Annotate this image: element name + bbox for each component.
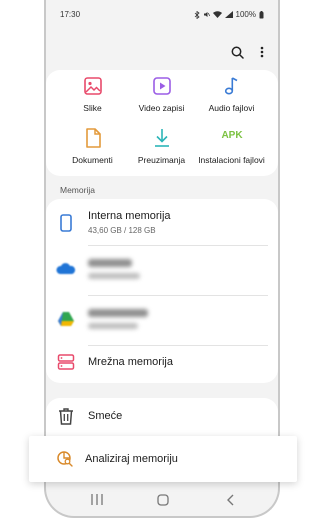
- mute-icon: [203, 12, 210, 17]
- image-icon: [84, 77, 102, 95]
- category-label: Dokumenti: [72, 155, 113, 165]
- internal-storage-title: Interna memorija: [88, 210, 171, 222]
- download-icon: [155, 129, 169, 147]
- status-time: 17:30: [60, 10, 81, 19]
- bluetooth-icon: [194, 10, 200, 19]
- status-icons: 100%: [194, 10, 264, 19]
- category-label: Video zapisi: [138, 103, 185, 113]
- category-downloads[interactable]: Preuzimanja: [123, 127, 200, 179]
- server-icon: [57, 354, 75, 370]
- blurred-title: [88, 259, 132, 267]
- trash-icon: [59, 408, 73, 425]
- battery-percent: 100%: [235, 10, 256, 19]
- music-note-icon: [224, 77, 238, 95]
- blurred-subtitle: [88, 273, 140, 279]
- video-icon: [153, 77, 171, 95]
- apk-icon: APK: [221, 130, 243, 141]
- category-audio[interactable]: Audio fajlovi: [193, 75, 270, 127]
- blurred-title: [88, 309, 148, 317]
- trash-row[interactable]: Smeće: [46, 392, 278, 442]
- category-label: Instalacioni fajlovi: [198, 155, 265, 165]
- category-documents[interactable]: Dokumenti: [54, 127, 131, 179]
- category-installation-files[interactable]: APK Instalacioni fajlovi: [193, 127, 270, 179]
- navigation-bar: [46, 482, 278, 516]
- recents-icon[interactable]: [91, 494, 103, 505]
- toolbar: [46, 38, 278, 66]
- cloud-icon: [56, 263, 76, 274]
- analyze-storage-icon: [57, 451, 73, 467]
- phone-storage-icon: [60, 214, 72, 232]
- category-label: Audio fajlovi: [208, 103, 255, 113]
- trash-label: Smeće: [88, 410, 123, 422]
- categories-card: Slike Video zapisi Audio fajlovi Dokumen…: [46, 70, 278, 176]
- drive-icon: [58, 312, 74, 326]
- storage-section-label: Memorija: [60, 185, 95, 195]
- wifi-icon: [212, 11, 222, 18]
- analyze-storage-button[interactable]: Analiziraj memoriju: [29, 436, 297, 482]
- analyze-storage-label: Analiziraj memoriju: [85, 453, 178, 465]
- search-icon[interactable]: [227, 42, 247, 62]
- more-vertical-icon[interactable]: [252, 42, 272, 62]
- status-bar: 17:30 100%: [46, 0, 278, 26]
- back-icon[interactable]: [226, 494, 234, 506]
- network-storage-title: Mrežna memorija: [88, 356, 173, 368]
- battery-icon: [259, 10, 264, 18]
- category-images[interactable]: Slike: [54, 75, 131, 127]
- document-icon: [86, 128, 101, 148]
- network-storage-row[interactable]: Mrežna memorija: [46, 338, 278, 388]
- internal-storage-row[interactable]: Interna memorija 43,60 GB / 128 GB: [46, 199, 278, 249]
- blurred-cloud-row[interactable]: [46, 245, 278, 295]
- home-icon[interactable]: [157, 494, 169, 506]
- storage-card: Interna memorija 43,60 GB / 128 GB Mrežn…: [46, 199, 278, 383]
- signal-icon: [224, 11, 233, 18]
- category-label: Slike: [83, 103, 102, 113]
- internal-storage-usage: 43,60 GB / 128 GB: [88, 226, 156, 235]
- category-label: Preuzimanja: [137, 155, 186, 165]
- category-videos[interactable]: Video zapisi: [123, 75, 200, 127]
- blurred-subtitle: [88, 323, 138, 329]
